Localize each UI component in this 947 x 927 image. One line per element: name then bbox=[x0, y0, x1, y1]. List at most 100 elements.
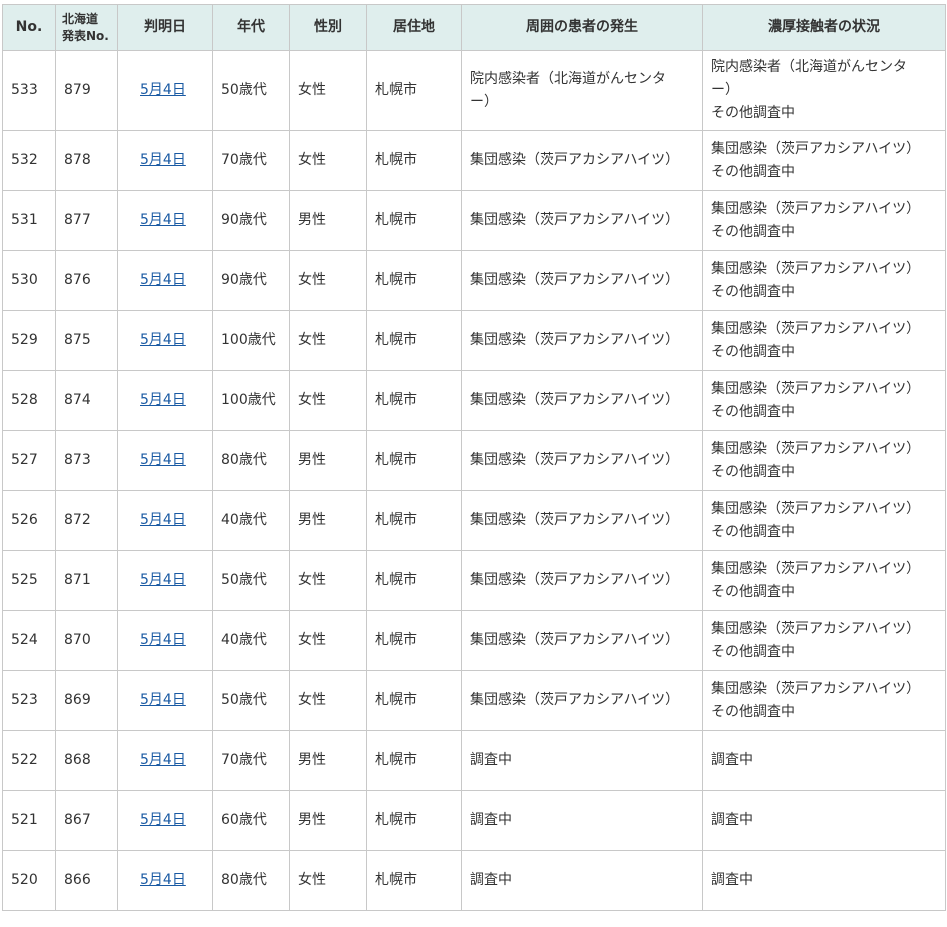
cell-contacts: 調査中 bbox=[702, 850, 946, 911]
date-link[interactable]: 5月4日 bbox=[140, 452, 186, 468]
surrounding-line: 集団感染（茨戸アカシアハイツ） bbox=[470, 392, 680, 408]
contacts-line: 集団感染（茨戸アカシアハイツ） bbox=[711, 200, 921, 217]
date-link[interactable]: 5月4日 bbox=[140, 752, 186, 768]
cell-sex: 女性 bbox=[289, 310, 367, 371]
cell-no: 526 bbox=[2, 490, 56, 551]
cell-surrounding: 集団感染（茨戸アカシアハイツ） bbox=[461, 370, 703, 431]
contacts-line: その他調査中 bbox=[711, 283, 795, 300]
cell-no: 530 bbox=[2, 250, 56, 311]
contacts-line: 調査中 bbox=[711, 812, 753, 828]
cell-surrounding: 集団感染（茨戸アカシアハイツ） bbox=[461, 490, 703, 551]
contacts-line: その他調査中 bbox=[711, 523, 795, 540]
cell-hokkaido-no: 867 bbox=[55, 790, 118, 851]
contacts-line: 集団感染（茨戸アカシアハイツ） bbox=[711, 680, 921, 697]
surrounding-line: 集団感染（茨戸アカシアハイツ） bbox=[470, 632, 680, 648]
cell-contacts: 集団感染（茨戸アカシアハイツ） その他調査中 bbox=[702, 190, 946, 251]
date-link[interactable]: 5月4日 bbox=[140, 512, 186, 528]
cell-residence: 札幌市 bbox=[366, 790, 462, 851]
date-link[interactable]: 5月4日 bbox=[140, 272, 186, 288]
table-header-row: No. 北海道 発表No. 判明日 年代 性別 居住地 周囲の患者の発生 濃厚接… bbox=[2, 4, 946, 51]
date-link[interactable]: 5月4日 bbox=[140, 392, 186, 408]
cell-age: 70歳代 bbox=[212, 130, 290, 191]
cell-date: 5月4日 bbox=[117, 130, 213, 191]
cell-contacts: 集団感染（茨戸アカシアハイツ） その他調査中 bbox=[702, 310, 946, 371]
date-link[interactable]: 5月4日 bbox=[140, 572, 186, 588]
header-hokkaido-no-line2: 発表No. bbox=[62, 28, 109, 43]
contacts-line: その他調査中 bbox=[711, 105, 795, 121]
contacts-line: 院内感染者（北海道がんセンタ bbox=[711, 59, 907, 75]
contacts-line: 集団感染（茨戸アカシアハイツ） bbox=[711, 380, 921, 397]
cell-date: 5月4日 bbox=[117, 310, 213, 371]
cell-date: 5月4日 bbox=[117, 490, 213, 551]
contacts-line: その他調査中 bbox=[711, 223, 795, 240]
table-row: 533 879 5月4日 50歳代 女性 札幌市 院内感染者（北海道がんセンタ … bbox=[2, 50, 946, 131]
contacts-line: ー） bbox=[711, 82, 739, 98]
cell-surrounding: 集団感染（茨戸アカシアハイツ） bbox=[461, 430, 703, 491]
cell-age: 100歳代 bbox=[212, 370, 290, 431]
date-link[interactable]: 5月4日 bbox=[140, 152, 186, 168]
cell-age: 40歳代 bbox=[212, 610, 290, 671]
header-residence: 居住地 bbox=[366, 4, 462, 51]
table-row: 528 874 5月4日 100歳代 女性 札幌市 集団感染（茨戸アカシアハイツ） 集団感染（… bbox=[2, 370, 946, 431]
cell-no: 522 bbox=[2, 730, 56, 791]
cell-contacts: 集団感染（茨戸アカシアハイツ） その他調査中 bbox=[702, 430, 946, 491]
contacts-line: その他調査中 bbox=[711, 343, 795, 360]
date-link[interactable]: 5月4日 bbox=[140, 332, 186, 348]
cell-residence: 札幌市 bbox=[366, 850, 462, 911]
cell-residence: 札幌市 bbox=[366, 610, 462, 671]
table-row: 527 873 5月4日 80歳代 男性 札幌市 集団感染（茨戸アカシアハイツ） 集団感染（茨… bbox=[2, 430, 946, 491]
surrounding-line: 調査中 bbox=[470, 752, 512, 768]
cell-no: 531 bbox=[2, 190, 56, 251]
cell-hokkaido-no: 866 bbox=[55, 850, 118, 911]
cell-contacts: 集団感染（茨戸アカシアハイツ） その他調査中 bbox=[702, 370, 946, 431]
cell-date: 5月4日 bbox=[117, 430, 213, 491]
surrounding-line: 集団感染（茨戸アカシアハイツ） bbox=[470, 572, 680, 588]
cell-sex: 男性 bbox=[289, 190, 367, 251]
date-link[interactable]: 5月4日 bbox=[140, 692, 186, 708]
cell-contacts: 調査中 bbox=[702, 790, 946, 851]
cell-hokkaido-no: 873 bbox=[55, 430, 118, 491]
date-link[interactable]: 5月4日 bbox=[140, 632, 186, 648]
cell-contacts: 院内感染者（北海道がんセンタ ー） その他調査中 bbox=[702, 50, 946, 131]
cell-sex: 男性 bbox=[289, 430, 367, 491]
cell-date: 5月4日 bbox=[117, 370, 213, 431]
cell-sex: 女性 bbox=[289, 670, 367, 731]
cell-age: 70歳代 bbox=[212, 730, 290, 791]
header-contacts: 濃厚接触者の状況 bbox=[702, 4, 946, 51]
cell-date: 5月4日 bbox=[117, 190, 213, 251]
cell-sex: 女性 bbox=[289, 850, 367, 911]
table-row: 529 875 5月4日 100歳代 女性 札幌市 集団感染（茨戸アカシアハイツ） 集団感染（… bbox=[2, 310, 946, 371]
cell-date: 5月4日 bbox=[117, 610, 213, 671]
cell-hokkaido-no: 874 bbox=[55, 370, 118, 431]
cell-date: 5月4日 bbox=[117, 250, 213, 311]
cell-age: 100歳代 bbox=[212, 310, 290, 371]
contacts-line: 集団感染（茨戸アカシアハイツ） bbox=[711, 620, 921, 637]
cell-age: 90歳代 bbox=[212, 190, 290, 251]
cell-sex: 女性 bbox=[289, 370, 367, 431]
surrounding-line: 調査中 bbox=[470, 812, 512, 828]
cell-hokkaido-no: 871 bbox=[55, 550, 118, 611]
table-row: 526 872 5月4日 40歳代 男性 札幌市 集団感染（茨戸アカシアハイツ） 集団感染（茨… bbox=[2, 490, 946, 551]
date-link[interactable]: 5月4日 bbox=[140, 212, 186, 228]
date-link[interactable]: 5月4日 bbox=[140, 812, 186, 828]
cell-contacts: 集団感染（茨戸アカシアハイツ） その他調査中 bbox=[702, 250, 946, 311]
date-link[interactable]: 5月4日 bbox=[140, 872, 186, 888]
cell-no: 529 bbox=[2, 310, 56, 371]
cell-sex: 男性 bbox=[289, 490, 367, 551]
header-sex: 性別 bbox=[289, 4, 367, 51]
cell-age: 50歳代 bbox=[212, 550, 290, 611]
header-age: 年代 bbox=[212, 4, 290, 51]
cell-age: 50歳代 bbox=[212, 50, 290, 131]
cell-no: 527 bbox=[2, 430, 56, 491]
surrounding-line: 集団感染（茨戸アカシアハイツ） bbox=[470, 152, 680, 168]
surrounding-line: 集団感染（茨戸アカシアハイツ） bbox=[470, 272, 680, 288]
cell-age: 80歳代 bbox=[212, 430, 290, 491]
date-link[interactable]: 5月4日 bbox=[140, 82, 186, 98]
cell-residence: 札幌市 bbox=[366, 250, 462, 311]
cell-residence: 札幌市 bbox=[366, 490, 462, 551]
cell-hokkaido-no: 876 bbox=[55, 250, 118, 311]
cell-contacts: 集団感染（茨戸アカシアハイツ） その他調査中 bbox=[702, 610, 946, 671]
cell-date: 5月4日 bbox=[117, 730, 213, 791]
table-row: 522 868 5月4日 70歳代 男性 札幌市 調査中 調査中 bbox=[2, 730, 946, 791]
contacts-line: その他調査中 bbox=[711, 463, 795, 480]
